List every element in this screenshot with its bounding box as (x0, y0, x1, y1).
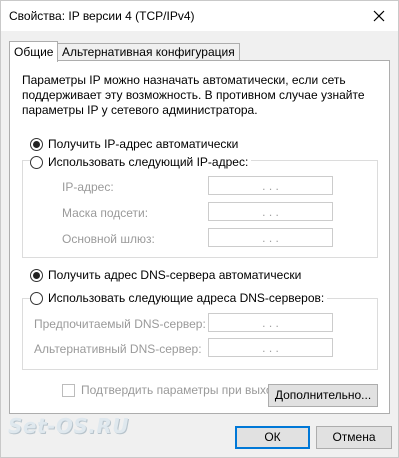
radio-dns-auto-dot[interactable] (30, 268, 43, 282)
close-button[interactable] (368, 5, 390, 27)
tab-alternate-config[interactable]: Альтернативная конфигурация (57, 43, 240, 61)
alternate-dns-label: Альтернативный DNS-сервер: (34, 342, 202, 356)
subnet-mask-input[interactable]: . . . (208, 202, 333, 221)
radio-ip-auto-label: Получить IP-адрес автоматически (48, 137, 239, 151)
default-gateway-value: . . . (262, 230, 279, 245)
default-gateway-input[interactable]: . . . (208, 228, 333, 247)
subnet-mask-label: Маска подсети: (62, 206, 149, 220)
radio-dns-manual-label: Использовать следующие адреса DNS-сервер… (48, 291, 325, 305)
radio-ip-auto-dot[interactable] (30, 137, 43, 151)
radio-ip-manual-label: Использовать следующий IP-адрес: (48, 155, 249, 169)
ip-address-value: . . . (262, 178, 279, 193)
tab-general[interactable]: Общие (9, 41, 59, 62)
preferred-dns-input[interactable]: . . . (208, 313, 333, 332)
tab-panel-general: Параметры IP можно назначать автоматичес… (9, 60, 390, 414)
validate-on-exit-checkbox[interactable]: Подтвердить параметры при выходе (62, 383, 286, 397)
radio-dns-auto[interactable]: Получить адрес DNS-сервера автоматически (30, 268, 305, 282)
validate-on-exit-box[interactable] (62, 383, 75, 397)
subnet-mask-value: . . . (262, 204, 279, 219)
watermark-logo: Set-OS.RU (8, 414, 129, 438)
preferred-dns-label: Предпочитаемый DNS-сервер: (34, 317, 206, 331)
alternate-dns-input[interactable]: . . . (208, 338, 333, 357)
radio-dns-manual[interactable]: Использовать следующие адреса DNS-сервер… (30, 291, 328, 305)
description-text: Параметры IP можно назначать автоматичес… (22, 73, 365, 117)
radio-ip-auto[interactable]: Получить IP-адрес автоматически (30, 137, 242, 151)
ip-address-label: IP-адрес: (62, 180, 114, 194)
ok-button[interactable]: ОК (235, 426, 310, 449)
radio-ip-manual[interactable]: Использовать следующий IP-адрес: (30, 155, 252, 169)
dns-manual-group (22, 298, 378, 370)
dialog-window: Свойства: IP версии 4 (TCP/IPv4) Общие А… (0, 0, 399, 458)
radio-dns-manual-dot[interactable] (30, 291, 43, 305)
window-title: Свойства: IP версии 4 (TCP/IPv4) (9, 9, 195, 23)
preferred-dns-value: . . . (262, 315, 279, 330)
title-bar[interactable]: Свойства: IP версии 4 (TCP/IPv4) (1, 1, 398, 31)
close-icon (373, 10, 385, 22)
default-gateway-label: Основной шлюз: (62, 232, 155, 246)
ip-address-input[interactable]: . . . (208, 176, 333, 195)
alternate-dns-value: . . . (262, 340, 279, 355)
radio-dns-auto-label: Получить адрес DNS-сервера автоматически (48, 268, 302, 282)
advanced-button[interactable]: Дополнительно... (268, 384, 378, 407)
validate-on-exit-label: Подтвердить параметры при выходе (81, 383, 286, 397)
radio-ip-manual-dot[interactable] (30, 155, 43, 169)
cancel-button[interactable]: Отмена (316, 426, 392, 449)
